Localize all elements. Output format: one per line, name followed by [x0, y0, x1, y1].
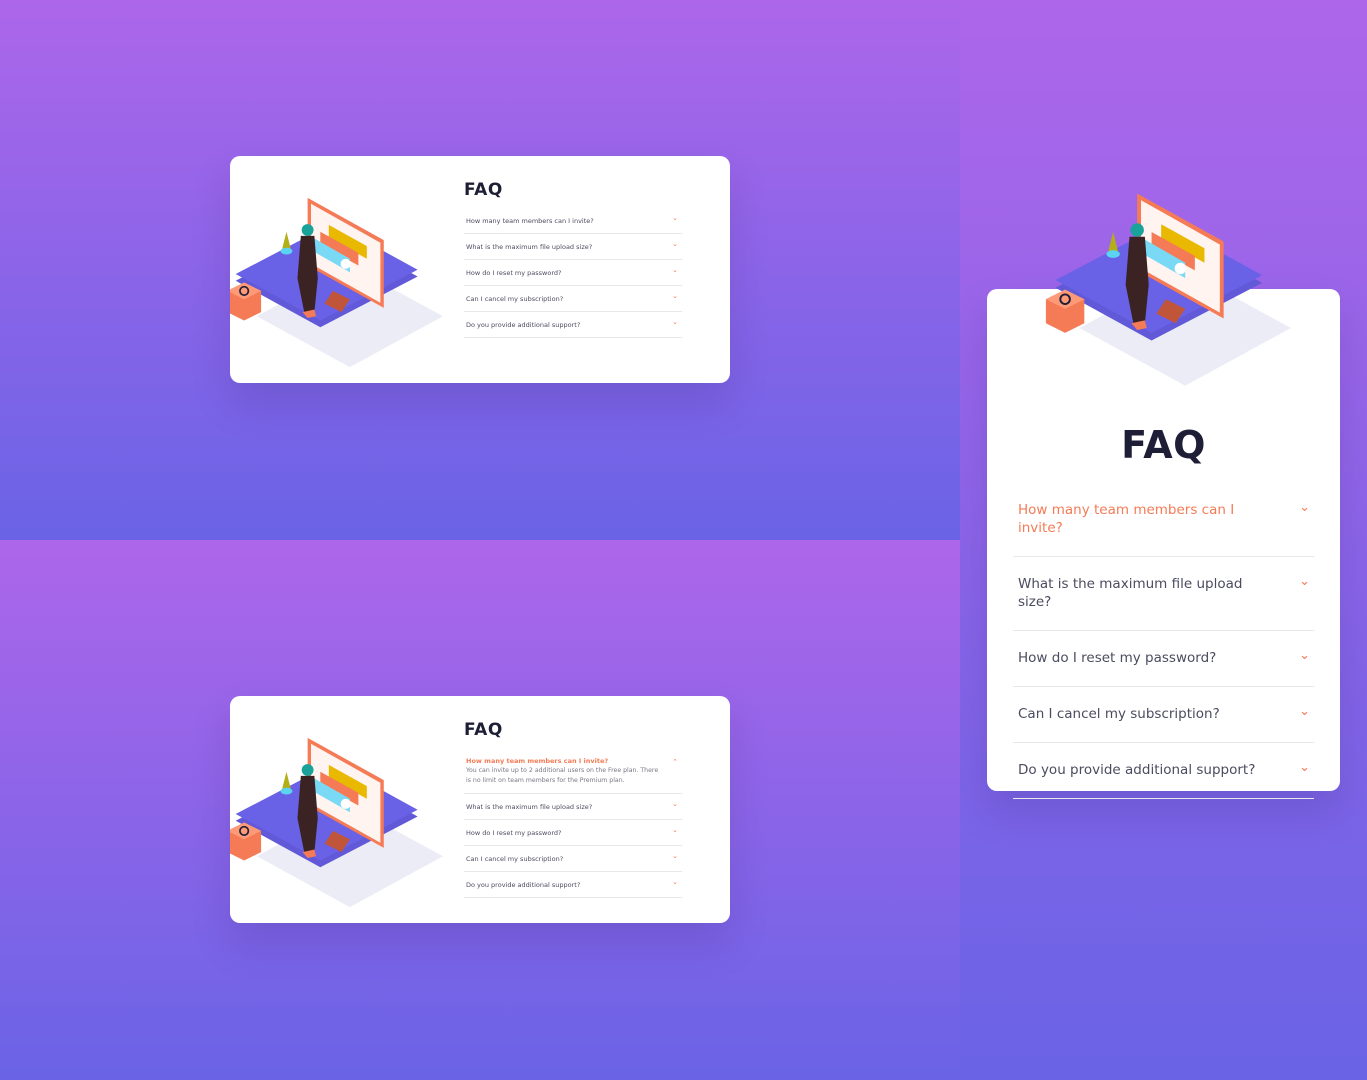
faq-question[interactable]: How do I reset my password?	[466, 268, 664, 278]
faq-item-5[interactable]: Do you provide additional support? ⌄	[464, 872, 682, 898]
faq-card: FAQ How many team members can I invite? …	[230, 156, 730, 383]
faq-item-3[interactable]: How do I reset my password? ⌄	[1013, 631, 1314, 687]
chevron-down-icon[interactable]: ⌄	[672, 214, 678, 222]
chevron-down-icon[interactable]: ⌄	[672, 878, 678, 886]
faq-question[interactable]: How many team members can I invite?	[466, 216, 664, 226]
chevron-down-icon[interactable]: ⌄	[672, 318, 678, 326]
faq-question[interactable]: Do you provide additional support?	[466, 320, 664, 330]
desktop-preview-collapsed: FAQ How many team members can I invite? …	[0, 0, 960, 540]
chevron-up-icon[interactable]: ⌃	[672, 758, 678, 766]
faq-list: How many team members can I invite? You …	[464, 748, 682, 898]
faq-question[interactable]: What is the maximum file upload size?	[1018, 575, 1278, 611]
faq-title: FAQ	[464, 180, 503, 200]
chevron-down-icon[interactable]: ⌄	[1299, 648, 1310, 663]
woman-online-illustration	[230, 164, 458, 383]
faq-question[interactable]: Do you provide additional support?	[1018, 761, 1278, 779]
faq-answer: You can invite up to 2 additional users …	[466, 767, 659, 784]
faq-title: FAQ	[464, 720, 503, 740]
faq-question[interactable]: How many team members can I invite?	[466, 756, 664, 766]
chevron-down-icon[interactable]: ⌄	[672, 240, 678, 248]
chevron-down-icon[interactable]: ⌄	[1299, 760, 1310, 775]
faq-question[interactable]: How do I reset my password?	[466, 828, 664, 838]
faq-item-5[interactable]: Do you provide additional support? ⌄	[464, 312, 682, 338]
faq-item-1[interactable]: How many team members can I invite? ⌄	[1013, 483, 1314, 557]
chevron-down-icon[interactable]: ⌄	[1299, 704, 1310, 719]
chevron-down-icon[interactable]: ⌄	[1299, 574, 1310, 589]
faq-item-3[interactable]: How do I reset my password? ⌄	[464, 820, 682, 846]
faq-item-2[interactable]: What is the maximum file upload size? ⌄	[1013, 557, 1314, 631]
mobile-preview: FAQ How many team members can I invite? …	[960, 0, 1367, 1080]
faq-question[interactable]: How many team members can I invite?	[1018, 501, 1278, 537]
chevron-down-icon[interactable]: ⌄	[672, 826, 678, 834]
woman-online-illustration	[230, 704, 458, 923]
faq-item-4[interactable]: Can I cancel my subscription? ⌄	[464, 846, 682, 872]
faq-item-2[interactable]: What is the maximum file upload size? ⌄	[464, 234, 682, 260]
chevron-down-icon[interactable]: ⌄	[672, 266, 678, 274]
faq-item-2[interactable]: What is the maximum file upload size? ⌄	[464, 794, 682, 820]
woman-online-illustration	[1026, 155, 1306, 405]
chevron-down-icon[interactable]: ⌄	[672, 852, 678, 860]
faq-item-4[interactable]: Can I cancel my subscription? ⌄	[464, 286, 682, 312]
faq-question[interactable]: What is the maximum file upload size?	[466, 242, 664, 252]
faq-title: FAQ	[1121, 423, 1206, 467]
faq-question[interactable]: Can I cancel my subscription?	[466, 854, 664, 864]
faq-card: FAQ How many team members can I invite? …	[230, 696, 730, 923]
chevron-down-icon[interactable]: ⌄	[672, 292, 678, 300]
faq-section: FAQ How many team members can I invite? …	[464, 180, 682, 338]
faq-question[interactable]: Do you provide additional support?	[466, 880, 664, 890]
faq-section: FAQ How many team members can I invite? …	[464, 720, 682, 898]
faq-question[interactable]: How do I reset my password?	[1018, 649, 1278, 667]
faq-question[interactable]: Can I cancel my subscription?	[1018, 705, 1278, 723]
faq-question[interactable]: Can I cancel my subscription?	[466, 294, 664, 304]
faq-item-3[interactable]: How do I reset my password? ⌄	[464, 260, 682, 286]
faq-section: FAQ How many team members can I invite? …	[1013, 423, 1314, 799]
faq-item-5[interactable]: Do you provide additional support? ⌄	[1013, 743, 1314, 799]
faq-item-1[interactable]: How many team members can I invite? ⌄	[464, 208, 682, 234]
desktop-preview-expanded: FAQ How many team members can I invite? …	[0, 540, 960, 1080]
faq-list: How many team members can I invite? ⌄ Wh…	[464, 208, 682, 338]
faq-item-1[interactable]: How many team members can I invite? You …	[464, 748, 682, 794]
chevron-down-icon[interactable]: ⌄	[1299, 500, 1310, 515]
chevron-down-icon[interactable]: ⌄	[672, 800, 678, 808]
faq-item-4[interactable]: Can I cancel my subscription? ⌄	[1013, 687, 1314, 743]
faq-list: How many team members can I invite? ⌄ Wh…	[1013, 483, 1314, 799]
faq-question[interactable]: What is the maximum file upload size?	[466, 802, 664, 812]
